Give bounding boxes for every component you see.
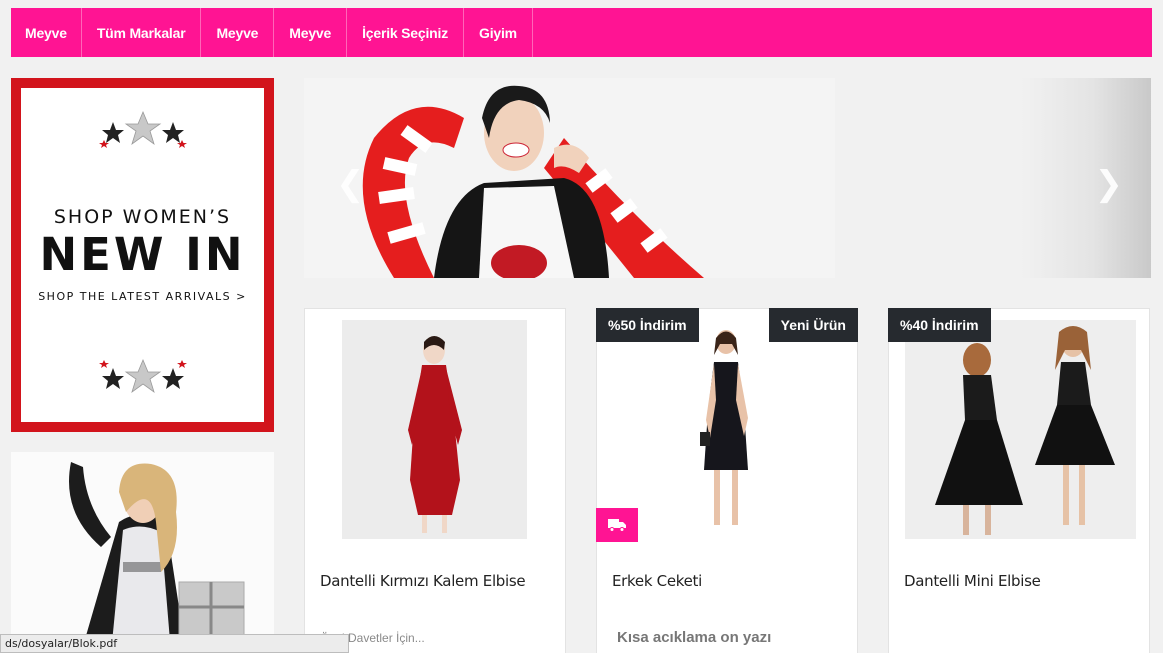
stars-icon [21,356,264,396]
banner-line-1: SHOP WOMEN’S [53,206,232,228]
banner-winter-model[interactable] [11,452,274,653]
model-photo [11,452,274,653]
product-image[interactable] [905,320,1136,539]
product-title[interactable]: Dantelli Kırmızı Kalem Elbise [320,572,526,590]
new-product-badge: Yeni Ürün [768,308,858,342]
truck-icon [596,508,638,542]
nav-item-meyve-3[interactable]: Meyve [274,8,348,57]
product-card[interactable]: %40 İndirim Dantelli Mini Elbise [888,308,1150,653]
product-image[interactable] [342,320,527,539]
banner-line-2: NEW IN [39,228,246,281]
slider-edge-gradient [1021,78,1151,278]
product-card[interactable]: %50 İndirim Yeni Ürün Erkek Ceketi Kısa … [596,308,858,653]
slide-image [304,78,835,278]
chevron-left-icon[interactable]: ❮ [336,164,365,204]
banner-shop-new-in[interactable]: SHOP WOMEN’S NEW IN SHOP THE LATEST ARRI… [11,78,274,432]
discount-badge: %50 İndirim [596,308,699,342]
hero-slider[interactable]: ❮ ❯ [304,78,1151,278]
chevron-right-icon[interactable]: ❯ [1095,164,1124,204]
nav-item-icerik-seciniz[interactable]: İçerik Seçiniz [347,8,464,57]
main-nav: Meyve Tüm Markalar Meyve Meyve İçerik Se… [11,8,1152,57]
product-image[interactable] [634,320,819,539]
stars-icon [21,110,264,150]
browser-status-bar: ds/dosyalar/Blok.pdf [0,634,349,653]
nav-item-meyve-1[interactable]: Meyve [11,8,82,57]
nav-item-tum-markalar[interactable]: Tüm Markalar [82,8,202,57]
banner-inner: SHOP WOMEN’S NEW IN SHOP THE LATEST ARRI… [21,88,264,422]
nav-item-giyim[interactable]: Giyim [464,8,533,57]
banner-line-3: SHOP THE LATEST ARRIVALS > [38,290,247,303]
product-description: Kısa acıklama on yazı [617,629,772,646]
nav-item-meyve-2[interactable]: Meyve [201,8,275,57]
discount-badge: %40 İndirim [888,308,991,342]
product-card[interactable]: Dantelli Kırmızı Kalem Elbise Özel Davet… [304,308,566,653]
product-title[interactable]: Erkek Ceketi [612,572,702,590]
product-title[interactable]: Dantelli Mini Elbise [904,572,1041,590]
